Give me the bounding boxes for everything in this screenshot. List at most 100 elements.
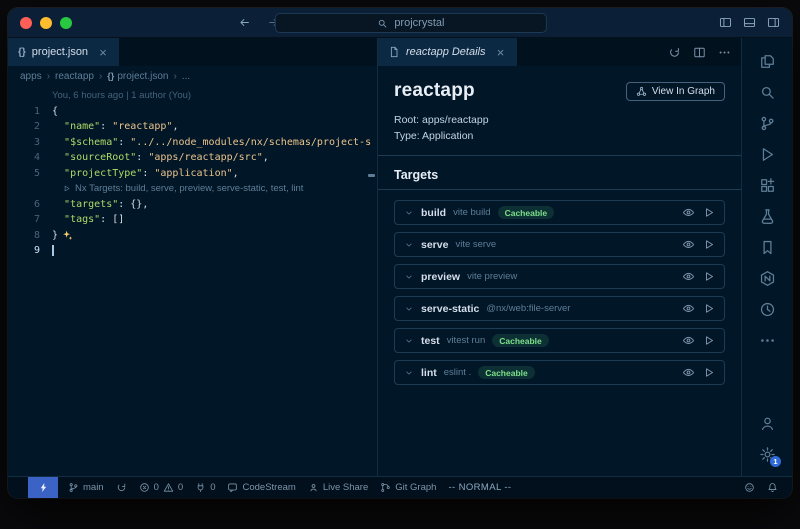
- chevron-down-icon: [404, 304, 414, 314]
- breadcrumb-item[interactable]: {}project.json: [107, 71, 168, 82]
- editor-actions: [668, 38, 741, 66]
- account-icon: [759, 415, 776, 432]
- back-icon[interactable]: [238, 16, 251, 29]
- live-share-item[interactable]: Live Share: [302, 477, 374, 498]
- minimize-window-button[interactable]: [40, 17, 52, 29]
- activity-more[interactable]: [750, 325, 784, 356]
- breadcrumb-separator: ›: [99, 71, 102, 82]
- tab-project-json[interactable]: {} project.json ×: [8, 38, 120, 66]
- line-number: 8: [8, 228, 52, 244]
- breadcrumb-item[interactable]: reactapp: [55, 71, 94, 82]
- type-label: Type:: [394, 130, 420, 142]
- code-line: 7 "tags": []: [8, 212, 377, 228]
- tab-reactapp-details[interactable]: reactapp Details ×: [378, 38, 518, 66]
- show-config-button[interactable]: [682, 238, 695, 251]
- root-value: apps/reactapp: [422, 114, 489, 126]
- run-target-button[interactable]: [702, 206, 715, 219]
- activity-explorer[interactable]: [750, 46, 784, 77]
- ports-item[interactable]: 0: [189, 477, 221, 498]
- show-config-button[interactable]: [682, 270, 695, 283]
- codestream-item[interactable]: CodeStream: [221, 477, 301, 498]
- vim-mode-item[interactable]: -- NORMAL --: [442, 477, 517, 498]
- plug-icon: [195, 482, 206, 493]
- target-row[interactable]: buildvite buildCacheable: [394, 200, 725, 225]
- close-icon[interactable]: ×: [495, 45, 507, 59]
- chevron-down-icon: [404, 272, 414, 282]
- code-editor[interactable]: You, 6 hours ago | 1 author (You)1{2 "na…: [8, 86, 377, 476]
- zoom-window-button[interactable]: [60, 17, 72, 29]
- git-graph-item[interactable]: Git Graph: [374, 477, 442, 498]
- target-row[interactable]: serve-static@nx/web:file-server: [394, 296, 725, 321]
- breadcrumb-item[interactable]: apps: [20, 71, 42, 82]
- code-line: 8}: [8, 228, 377, 244]
- traffic-lights: [8, 17, 72, 29]
- ports-count: 0: [210, 482, 215, 493]
- activity-bar: 1: [742, 38, 792, 476]
- sync-button[interactable]: [110, 477, 133, 498]
- targets-list: buildvite buildCacheable servevite serve p…: [394, 200, 725, 385]
- line-number: 5: [8, 166, 52, 182]
- activity-settings[interactable]: 1: [750, 439, 784, 470]
- details-header: reactapp View In Graph: [394, 80, 725, 102]
- root-label: Root:: [394, 114, 419, 126]
- target-row[interactable]: previewvite preview: [394, 264, 725, 289]
- more-actions-icon[interactable]: [718, 46, 731, 59]
- refresh-icon[interactable]: [668, 46, 681, 59]
- command-center-search[interactable]: projcrystal: [275, 13, 547, 33]
- show-config-button[interactable]: [682, 206, 695, 219]
- run-target-button[interactable]: [702, 238, 715, 251]
- activity-extensions[interactable]: [750, 170, 784, 201]
- statusbar: main 0 0 0 CodeStream Live Share Git Gra…: [8, 476, 792, 498]
- close-window-button[interactable]: [20, 17, 32, 29]
- feedback-button[interactable]: [738, 477, 761, 498]
- nx-codelens[interactable]: Nx Targets: build, serve, preview, serve…: [52, 181, 377, 197]
- targets-heading: Targets: [394, 168, 725, 182]
- cacheable-badge: Cacheable: [498, 206, 555, 219]
- run-target-button[interactable]: [702, 366, 715, 379]
- extensions-icon: [759, 177, 776, 194]
- target-row[interactable]: linteslint .Cacheable: [394, 360, 725, 385]
- activity-testing[interactable]: [750, 201, 784, 232]
- sparkle-icon: [61, 229, 73, 241]
- code-line: 6 "targets": {},: [8, 197, 377, 213]
- show-config-button[interactable]: [682, 302, 695, 315]
- toggle-primary-sidebar-icon[interactable]: [719, 16, 732, 29]
- breadcrumb-label: reactapp: [55, 71, 94, 82]
- history-nav: [238, 16, 280, 29]
- code-line: 3 "$schema": "../../node_modules/nx/sche…: [8, 135, 377, 151]
- testing-icon: [759, 208, 776, 225]
- target-row[interactable]: testvitest runCacheable: [394, 328, 725, 353]
- activity-history[interactable]: [750, 294, 784, 325]
- tab-label: reactapp Details: [406, 46, 486, 58]
- view-in-graph-button[interactable]: View In Graph: [626, 82, 725, 101]
- problems-item[interactable]: 0 0: [133, 477, 190, 498]
- code-line: 2 "name": "reactapp",: [8, 119, 377, 135]
- debug-icon: [759, 146, 776, 163]
- toggle-panel-icon[interactable]: [743, 16, 756, 29]
- target-row[interactable]: servevite serve: [394, 232, 725, 257]
- run-target-button[interactable]: [702, 334, 715, 347]
- code-text: "projectType": "application",: [52, 166, 377, 182]
- toggle-secondary-sidebar-icon[interactable]: [767, 16, 780, 29]
- split-editor-icon[interactable]: [693, 46, 706, 59]
- eye-icon: [682, 238, 695, 251]
- run-target-button[interactable]: [702, 302, 715, 315]
- branch-label: main: [83, 482, 104, 493]
- activity-source-control[interactable]: [750, 108, 784, 139]
- breadcrumb-item[interactable]: ...: [182, 71, 190, 82]
- activity-debug[interactable]: [750, 139, 784, 170]
- close-icon[interactable]: ×: [97, 45, 109, 59]
- activity-search[interactable]: [750, 77, 784, 108]
- branch-item[interactable]: main: [62, 477, 110, 498]
- run-target-button[interactable]: [702, 270, 715, 283]
- activity-nx-console[interactable]: [750, 263, 784, 294]
- target-command: vite preview: [467, 271, 517, 282]
- type-value: Application: [422, 130, 473, 142]
- left-tabbar: {} project.json ×: [8, 38, 377, 66]
- show-config-button[interactable]: [682, 366, 695, 379]
- notifications-button[interactable]: [761, 477, 784, 498]
- activity-bookmarks[interactable]: [750, 232, 784, 263]
- show-config-button[interactable]: [682, 334, 695, 347]
- remote-indicator[interactable]: [28, 477, 58, 498]
- activity-account[interactable]: [750, 408, 784, 439]
